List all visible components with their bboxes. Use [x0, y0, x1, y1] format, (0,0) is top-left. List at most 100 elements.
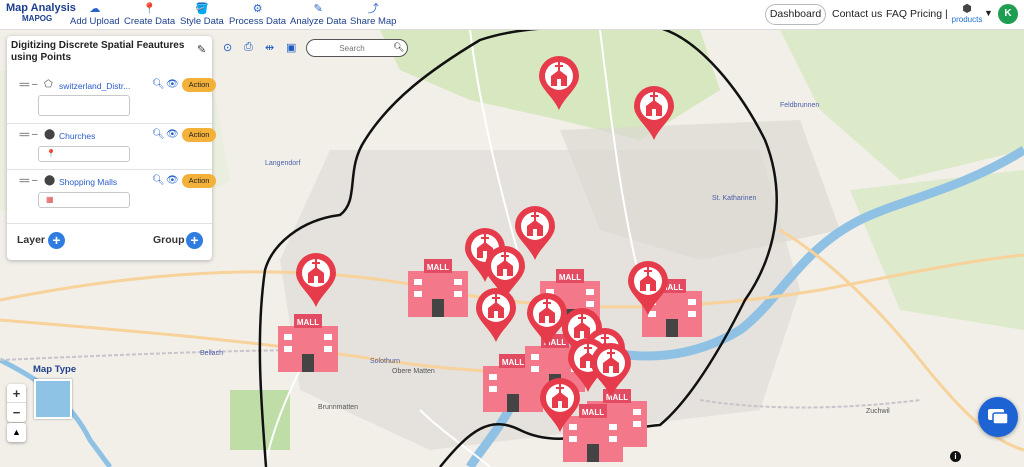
search-icon[interactable]: 🔍︎: [393, 42, 404, 53]
church-marker[interactable]: [476, 288, 516, 342]
location-pin-icon: ⬤: [44, 129, 56, 140]
layer-name[interactable]: Churches: [59, 131, 95, 141]
dashboard-button[interactable]: Dashboard: [765, 4, 826, 25]
polygon-icon: ⬠: [44, 79, 53, 90]
svg-text:MALL: MALL: [502, 358, 524, 367]
map-type-label: Map Type: [33, 364, 77, 375]
chat-button[interactable]: [978, 397, 1018, 437]
brand-logo[interactable]: Map Analysis MAPOG: [6, 2, 76, 23]
top-toolbar: Map Analysis MAPOG ☁ Add Upload 📍 Create…: [0, 0, 1024, 30]
eye-icon[interactable]: 👁︎: [166, 79, 179, 90]
svg-text:MALL: MALL: [606, 393, 628, 402]
add-group-button[interactable]: +: [186, 232, 203, 249]
layer-row-churches[interactable]: == – ⬤ Churches 🔍︎ 👁︎ Action: [19, 127, 216, 147]
add-upload-label: Add Upload: [70, 16, 120, 27]
group-label: Group: [153, 234, 185, 246]
share-map-button[interactable]: ⤴ Share Map: [350, 3, 396, 27]
process-data-button[interactable]: ⚙ Process Data: [229, 3, 286, 27]
mall-icon: ▦: [46, 195, 54, 204]
paint-bucket-icon: 🪣: [195, 3, 209, 15]
compass-icon[interactable]: ▲: [7, 423, 26, 442]
create-data-label: Create Data: [124, 16, 176, 27]
collapse-icon[interactable]: –: [32, 129, 38, 140]
locate-icon[interactable]: ⊙: [223, 41, 232, 54]
add-layer-button[interactable]: +: [48, 232, 65, 249]
collapse-icon[interactable]: –: [32, 79, 38, 90]
church-pin-icon: 📍: [46, 149, 56, 158]
analyze-data-label: Analyze Data: [290, 16, 347, 27]
church-marker[interactable]: [296, 253, 336, 307]
create-data-button[interactable]: 📍 Create Data: [124, 3, 175, 27]
process-icon: ⚙: [252, 3, 263, 15]
add-upload-button[interactable]: ☁ Add Upload: [70, 3, 120, 27]
location-pin-icon: ⬤: [44, 175, 56, 186]
chat-icon: [988, 409, 1009, 425]
info-icon[interactable]: i: [950, 451, 961, 462]
products-label: products: [951, 15, 983, 24]
eye-icon[interactable]: 👁︎: [166, 175, 179, 186]
legend-shopping-malls: ▦: [38, 192, 130, 208]
map-pin-icon: 📍: [142, 3, 157, 15]
analyze-icon: ✎: [313, 3, 323, 15]
map-type-thumbnail[interactable]: [34, 379, 72, 419]
collapse-icon[interactable]: –: [32, 175, 38, 186]
style-data-label: Style Data: [180, 16, 224, 27]
layer-row-switzerland[interactable]: == – ⬠ switzerland_Distr... 🔍︎ 👁︎ Action: [19, 77, 216, 97]
measure-icon[interactable]: ⇹: [265, 41, 274, 54]
svg-text:MALL: MALL: [559, 273, 581, 282]
style-data-button[interactable]: 🪣 Style Data: [180, 3, 224, 27]
zoom-out-button[interactable]: −: [7, 403, 26, 422]
search-box[interactable]: 🔍︎: [306, 39, 408, 57]
svg-text:MALL: MALL: [427, 263, 449, 272]
church-marker[interactable]: [634, 86, 674, 140]
divider: [7, 169, 212, 170]
print-icon[interactable]: ⎙: [244, 41, 253, 54]
zoom-in-button[interactable]: +: [7, 384, 26, 403]
mall-marker[interactable]: MALL: [278, 314, 338, 372]
pencil-icon[interactable]: ✎: [197, 43, 206, 56]
share-icon: ⤴: [367, 3, 379, 15]
church-marker[interactable]: [591, 343, 631, 397]
drag-handle-icon[interactable]: ==: [19, 80, 30, 91]
eye-icon[interactable]: 👁︎: [166, 129, 179, 140]
legend-churches: 📍: [38, 146, 130, 162]
comment-icon[interactable]: ▣: [286, 41, 296, 54]
action-button[interactable]: Action: [182, 78, 216, 92]
faq-link[interactable]: FAQ: [886, 8, 907, 20]
analyze-data-button[interactable]: ✎ Analyze Data: [290, 3, 347, 27]
products-button[interactable]: ⬢ products: [950, 3, 984, 24]
legend-polygon: [38, 95, 130, 116]
layer-name[interactable]: switzerland_Distr...: [59, 81, 130, 91]
action-button[interactable]: Action: [182, 128, 216, 142]
zoom-to-layer-icon[interactable]: 🔍︎: [152, 175, 165, 186]
pricing-link[interactable]: Pricing |: [910, 8, 948, 20]
chevron-down-icon[interactable]: ▼: [984, 8, 993, 18]
zoom-to-layer-icon[interactable]: 🔍︎: [152, 79, 165, 90]
church-marker[interactable]: [539, 56, 579, 110]
contact-us-link[interactable]: Contact us: [832, 8, 882, 20]
divider: [7, 223, 212, 224]
zoom-control: + −: [7, 384, 26, 422]
drag-handle-icon[interactable]: ==: [19, 176, 30, 187]
church-marker[interactable]: [515, 206, 555, 260]
avatar[interactable]: K: [998, 4, 1018, 24]
zoom-to-layer-icon[interactable]: 🔍︎: [152, 129, 165, 140]
brand-title: Map Analysis: [6, 2, 76, 14]
brand-subtitle: MAPOG: [22, 14, 53, 23]
svg-text:MALL: MALL: [297, 318, 319, 327]
share-map-label: Share Map: [350, 16, 397, 27]
cloud-upload-icon: ☁: [89, 3, 101, 15]
process-data-label: Process Data: [229, 16, 287, 27]
search-input[interactable]: [317, 42, 387, 54]
divider: [7, 123, 212, 124]
layer-label: Layer: [17, 234, 46, 246]
layer-row-shopping-malls[interactable]: == – ⬤ Shopping Malls 🔍︎ 👁︎ Action: [19, 173, 216, 193]
mall-marker[interactable]: MALL: [408, 259, 468, 317]
layer-name[interactable]: Shopping Malls: [59, 177, 117, 187]
layer-panel: Digitizing Discrete Spatial Feautures us…: [7, 36, 216, 260]
action-button[interactable]: Action: [182, 174, 216, 188]
cube-icon: ⬢: [962, 3, 972, 15]
panel-title: Digitizing Discrete Spatial Feautures us…: [11, 40, 185, 63]
svg-text:MALL: MALL: [582, 408, 604, 417]
drag-handle-icon[interactable]: ==: [19, 130, 30, 141]
